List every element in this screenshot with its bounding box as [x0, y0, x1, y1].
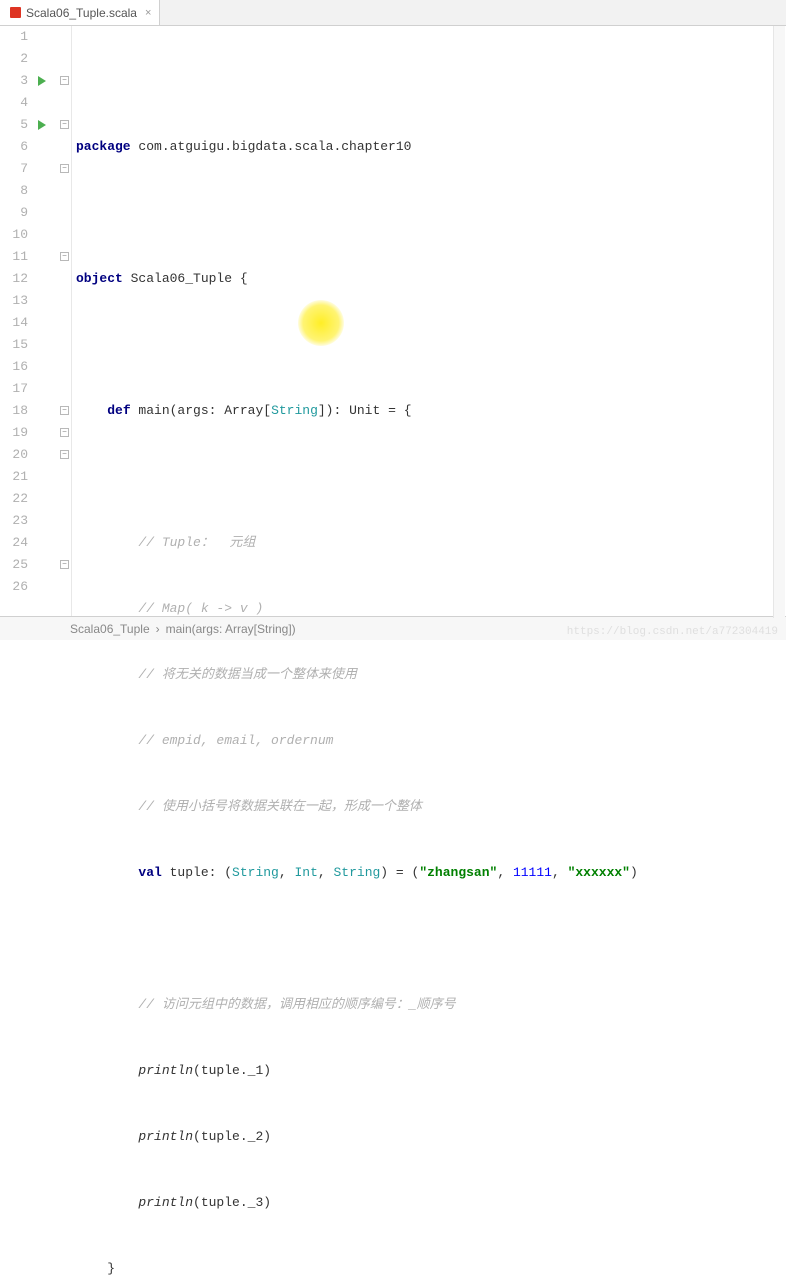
tab-bar: Scala06_Tuple.scala ×	[0, 0, 786, 26]
code-line: println(tuple._1)	[76, 1060, 786, 1082]
code-line: println(tuple._2)	[76, 1126, 786, 1148]
fold-column: − − − − − − − −	[58, 26, 72, 616]
file-tab[interactable]: Scala06_Tuple.scala ×	[0, 0, 160, 25]
code-line: // empid, email, ordernum	[76, 730, 786, 752]
code-line	[76, 928, 786, 950]
code-area[interactable]: package com.atguigu.bigdata.scala.chapte…	[72, 26, 786, 616]
fold-toggle-icon[interactable]: −	[60, 164, 69, 173]
line-number: 24	[0, 532, 28, 554]
line-number: 9	[0, 202, 28, 224]
line-number: 4	[0, 92, 28, 114]
line-number: 17	[0, 378, 28, 400]
line-number: 16	[0, 356, 28, 378]
tab-filename: Scala06_Tuple.scala	[26, 6, 137, 20]
code-line: package com.atguigu.bigdata.scala.chapte…	[76, 136, 786, 158]
line-number: 7	[0, 158, 28, 180]
code-line: object Scala06_Tuple {	[76, 268, 786, 290]
line-number: 8	[0, 180, 28, 202]
run-marker-icon[interactable]	[38, 120, 46, 130]
line-number: 20	[0, 444, 28, 466]
line-number: 19	[0, 422, 28, 444]
current-line-highlight	[72, 312, 786, 334]
line-number: 12	[0, 268, 28, 290]
vertical-scrollbar[interactable]	[773, 26, 785, 618]
line-number: 1	[0, 26, 28, 48]
fold-toggle-icon[interactable]: −	[60, 252, 69, 261]
code-line	[76, 334, 786, 356]
line-number: 2	[0, 48, 28, 70]
line-number: 11	[0, 246, 28, 268]
fold-toggle-icon[interactable]: −	[60, 76, 69, 85]
code-line: // Tuple： 元组	[76, 532, 786, 554]
close-icon[interactable]: ×	[145, 7, 151, 19]
line-number: 18	[0, 400, 28, 422]
code-line: // 访问元组中的数据，调用相应的顺序编号：_顺序号	[76, 994, 786, 1016]
code-line: val tuple: (String, Int, String) = ("zha…	[76, 862, 786, 884]
code-line: // 将无关的数据当成一个整体来使用	[76, 664, 786, 686]
line-number: 25	[0, 554, 28, 576]
line-number: 6	[0, 136, 28, 158]
line-number-gutter: 1234567891011121314151617181920212223242…	[0, 26, 36, 616]
run-marker-icon[interactable]	[38, 76, 46, 86]
code-line: // Map( k -> v )	[76, 598, 786, 620]
line-number: 22	[0, 488, 28, 510]
code-line: // 使用小括号将数据关联在一起，形成一个整体	[76, 796, 786, 818]
code-editor[interactable]: 1234567891011121314151617181920212223242…	[0, 26, 786, 616]
fold-toggle-icon[interactable]: −	[60, 120, 69, 129]
line-number: 13	[0, 290, 28, 312]
code-line	[76, 202, 786, 224]
line-number: 26	[0, 576, 28, 598]
line-number: 21	[0, 466, 28, 488]
line-number: 10	[0, 224, 28, 246]
run-marker-column	[36, 26, 58, 616]
line-number: 3	[0, 70, 28, 92]
code-line: def main(args: Array[String]): Unit = {	[76, 400, 786, 422]
code-line: }	[76, 1258, 786, 1280]
fold-toggle-icon[interactable]: −	[60, 560, 69, 569]
fold-toggle-icon[interactable]: −	[60, 428, 69, 437]
line-number: 23	[0, 510, 28, 532]
line-number: 5	[0, 114, 28, 136]
line-number: 14	[0, 312, 28, 334]
fold-toggle-icon[interactable]: −	[60, 406, 69, 415]
code-line: println(tuple._3)	[76, 1192, 786, 1214]
fold-toggle-icon[interactable]: −	[60, 450, 69, 459]
code-line	[76, 466, 786, 488]
line-number: 15	[0, 334, 28, 356]
scala-file-icon	[8, 6, 22, 20]
